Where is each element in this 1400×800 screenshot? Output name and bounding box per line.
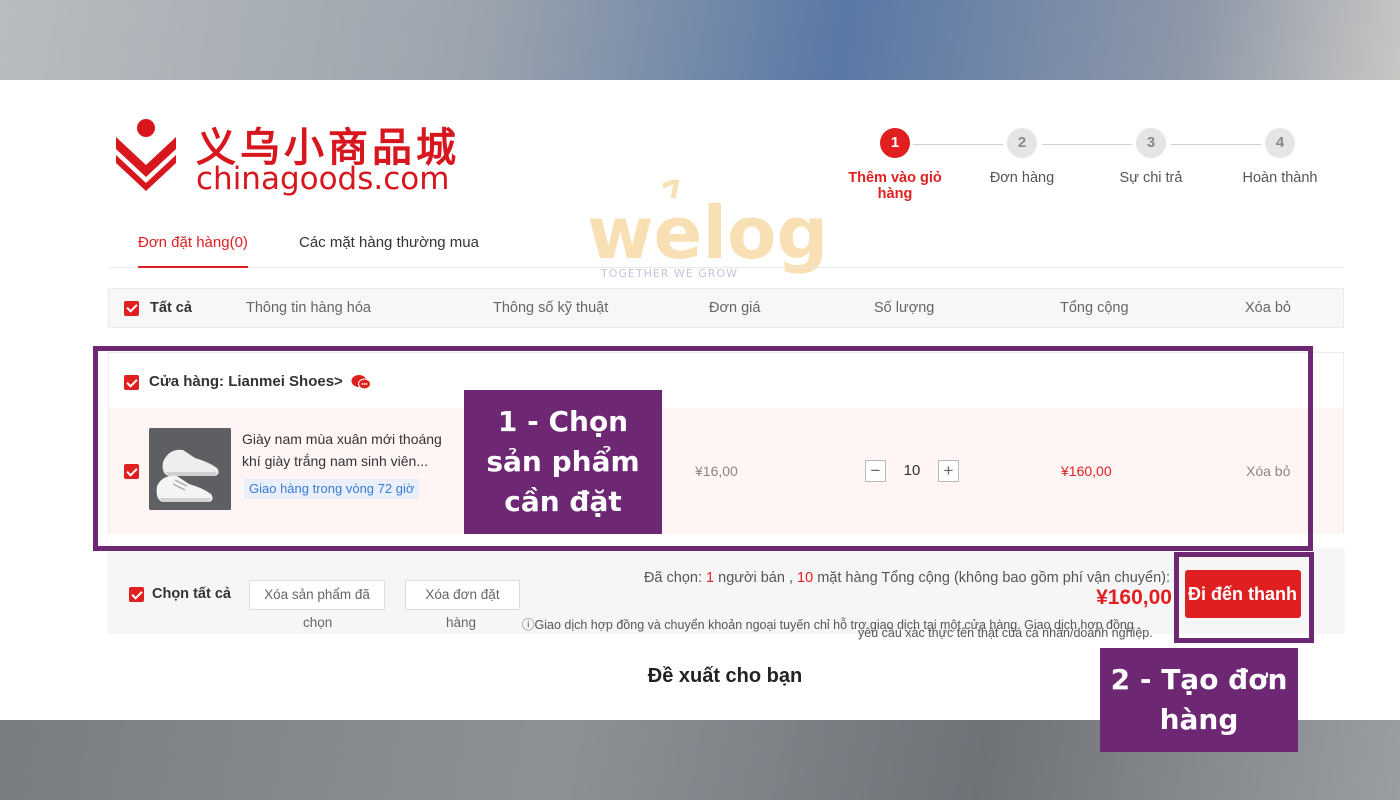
logo-domain-text: chinagoods.com [196, 161, 450, 197]
annotation-box-select-product [93, 346, 1313, 551]
column-total: Tổng cộng [1060, 300, 1129, 316]
step-complete: 4 Hoàn thành [1225, 128, 1335, 186]
column-unit-price: Đơn giá [709, 300, 761, 316]
select-all-header-label: Tất cả [150, 300, 192, 316]
step-number: 2 [1007, 128, 1037, 158]
sellers-label: người bán , [718, 570, 793, 586]
select-all-checkbox[interactable] [124, 300, 139, 316]
annotation-label-select-product: 1 - Chọn sản phẩm cần đặt [464, 390, 662, 534]
step-number: 1 [880, 128, 910, 158]
grand-total: ¥160,00 [1096, 586, 1172, 609]
sellers-count: 1 [706, 570, 715, 586]
delete-selected-button-tail: chọn [303, 615, 333, 630]
column-specs: Thông số kỹ thuật [493, 300, 609, 316]
select-all-header[interactable]: Tất cả [124, 289, 192, 327]
logo-mark-icon [116, 119, 176, 191]
footer-select-all-label[interactable]: Chọn tất cả [152, 586, 231, 602]
cart-tabs: Đơn đặt hàng(0) Các mặt hàng thường mua [108, 230, 1344, 268]
tab-orders[interactable]: Đơn đặt hàng(0) [138, 230, 248, 268]
step-label: Hoàn thành [1242, 170, 1318, 186]
site-logo[interactable]: 义乌小商品城 chinagoods.com [110, 115, 480, 197]
checkout-steps: 1 Thêm vào giỏ hàng 2 Đơn hàng 3 Sự chi … [840, 128, 1340, 218]
step-label: Thêm vào giỏ hàng [848, 170, 942, 202]
selection-summary: Đã chọn: 1 người bán , 10 mặt hàng Tổng … [644, 570, 1170, 586]
column-delete: Xóa bỏ [1245, 300, 1291, 316]
cart-footer-bar: Chọn tất cả Xóa sản phẩm đã chọn Xóa đơn… [108, 550, 1344, 640]
step-number: 4 [1265, 128, 1295, 158]
step-label: Sự chi trả [1119, 170, 1183, 186]
step-add-to-cart: 1 Thêm vào giỏ hàng [840, 128, 950, 202]
summary-prefix: Đã chọn: [643, 570, 702, 586]
column-product-info: Thông tin hàng hóa [246, 300, 371, 316]
annotation-box-checkout [1174, 552, 1314, 643]
delete-order-button-tail: hàng [446, 615, 477, 630]
cart-table-header: Tất cả Thông tin hàng hóa Thông số kỹ th… [108, 288, 1344, 328]
step-label: Đơn hàng [989, 170, 1055, 186]
watermark-tagline: TOGETHER WE GROW [600, 267, 738, 280]
step-order: 2 Đơn hàng [967, 128, 1077, 186]
items-count: 10 [797, 570, 814, 586]
step-number: 3 [1136, 128, 1166, 158]
footer-select-all-checkbox[interactable] [129, 587, 144, 602]
contract-notice-line2: yêu cầu xác thực tên thật của cá nhân/do… [858, 626, 1153, 640]
background-top [0, 0, 1400, 80]
tab-frequent-items[interactable]: Các mặt hàng thường mua [299, 230, 479, 268]
column-quantity: Số lượng [874, 300, 935, 316]
step-payment: 3 Sự chi trả [1096, 128, 1206, 186]
items-label: mặt hàng Tổng cộng (không bao gồm phí vậ… [817, 570, 1170, 586]
delete-selected-button[interactable]: Xóa sản phẩm đã [249, 580, 385, 610]
annotation-label-create-order: 2 - Tạo đơn hàng [1100, 648, 1298, 752]
delete-order-button[interactable]: Xóa đơn đặt [405, 580, 520, 610]
